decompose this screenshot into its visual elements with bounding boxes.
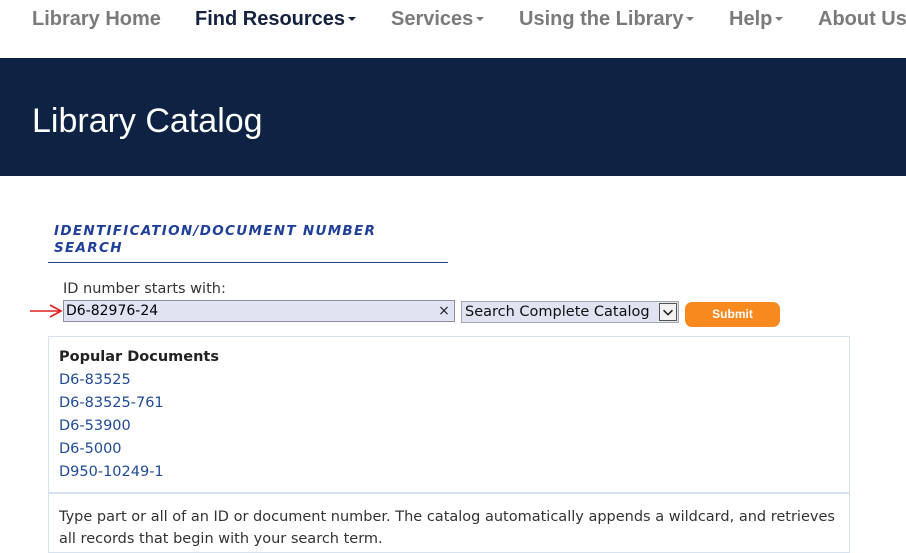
close-icon[interactable]: × <box>437 301 451 321</box>
document-link[interactable]: D6-53900 <box>59 417 164 440</box>
document-link[interactable]: D6-83525 <box>59 371 164 394</box>
document-link[interactable]: D950-10249-1 <box>59 463 164 486</box>
nav-help[interactable]: Help <box>729 8 784 31</box>
caret-down-icon <box>686 16 695 21</box>
nav-about-us[interactable]: About Us <box>818 8 906 31</box>
id-number-input[interactable] <box>66 302 426 320</box>
chevron-down-icon <box>659 303 677 321</box>
nav-label: Library Home <box>32 8 161 30</box>
section-divider <box>48 262 448 263</box>
caret-down-icon <box>348 16 357 21</box>
popular-documents-panel: Popular Documents D6-83525 D6-83525-761 … <box>48 336 850 493</box>
red-arrow-icon <box>30 304 63 318</box>
nav-label: About Us <box>818 8 906 30</box>
nav-label: Find Resources <box>195 8 346 30</box>
caret-down-icon <box>476 16 485 21</box>
caret-down-icon <box>775 16 784 21</box>
nav-using-the-library[interactable]: Using the Library <box>519 8 695 31</box>
popular-documents-title: Popular Documents <box>59 349 219 365</box>
document-link[interactable]: D6-5000 <box>59 440 164 463</box>
scope-selected-value: Search Complete Catalog <box>465 304 650 320</box>
search-help-text: Type part or all of an ID or document nu… <box>59 509 835 547</box>
page-banner: Library Catalog <box>0 58 906 176</box>
id-field-label: ID number starts with: <box>63 281 226 297</box>
catalog-scope-select[interactable]: Search Complete Catalog <box>461 301 679 323</box>
document-link[interactable]: D6-83525-761 <box>59 394 164 417</box>
popular-documents-list: D6-83525 D6-83525-761 D6-53900 D6-5000 D… <box>59 371 164 486</box>
nav-services[interactable]: Services <box>391 8 485 31</box>
page-title: Library Catalog <box>32 102 263 140</box>
top-navigation: Library Home Find Resources Services Usi… <box>0 0 906 58</box>
submit-button[interactable]: Submit <box>685 302 780 327</box>
id-search-field: × <box>63 300 455 322</box>
nav-label: Using the Library <box>519 8 684 30</box>
nav-find-resources[interactable]: Find Resources <box>195 8 357 31</box>
nav-library-home[interactable]: Library Home <box>32 8 161 31</box>
nav-label: Services <box>391 8 474 30</box>
section-heading: IDENTIFICATION/DOCUMENT NUMBER SEARCH <box>54 223 377 256</box>
search-help-panel: Type part or all of an ID or document nu… <box>48 493 850 553</box>
nav-label: Help <box>729 8 773 30</box>
